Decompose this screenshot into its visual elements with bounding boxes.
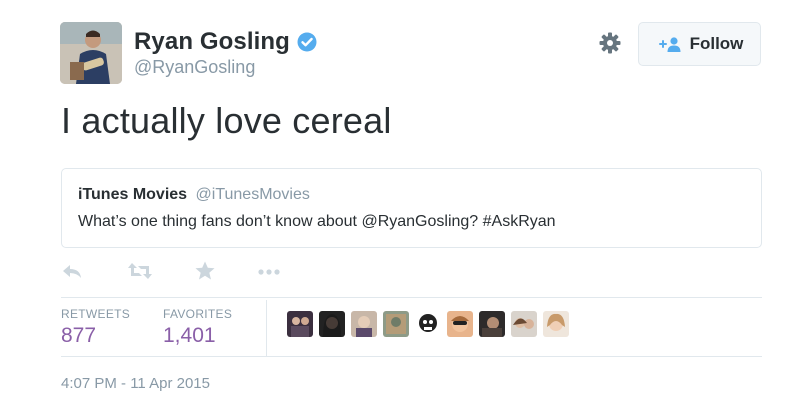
favoriter-avatar[interactable] xyxy=(543,311,569,337)
follow-button[interactable]: Follow xyxy=(638,22,761,66)
author-display-name[interactable]: Ryan Gosling xyxy=(134,28,290,56)
quoted-author-name: iTunes Movies xyxy=(78,186,188,203)
tweet-text: I actually love cereal xyxy=(61,100,392,141)
favoriter-avatar[interactable] xyxy=(511,311,537,337)
quoted-tweet[interactable]: iTunes Movies @iTunesMovies What’s one t… xyxy=(61,168,762,248)
favorites-count[interactable]: 1,401 xyxy=(163,324,216,348)
tweet-card: Ryan Gosling @RyanGosling Follow I actua… xyxy=(0,0,800,418)
author-avatar[interactable] xyxy=(60,22,122,84)
tweet-timestamp[interactable]: 4:07 PM - 11 Apr 2015 xyxy=(61,375,210,392)
favoriter-avatar[interactable] xyxy=(383,311,409,337)
add-user-icon xyxy=(656,36,682,52)
author-name-row: Ryan Gosling xyxy=(134,28,317,56)
divider-bottom xyxy=(61,356,762,357)
reply-icon[interactable] xyxy=(61,260,83,282)
retweets-label: RETWEETS xyxy=(61,307,131,321)
quoted-author-handle: @iTunesMovies xyxy=(195,186,310,203)
favoriter-avatar[interactable] xyxy=(415,311,441,337)
favoriter-avatar[interactable] xyxy=(479,311,505,337)
divider-top xyxy=(61,297,762,298)
favoriter-avatar[interactable] xyxy=(287,311,313,337)
retweets-count[interactable]: 877 xyxy=(61,324,96,348)
follow-label: Follow xyxy=(689,34,744,53)
quoted-tweet-header: iTunes Movies @iTunesMovies xyxy=(78,186,310,204)
quoted-tweet-text: What’s one thing fans don’t know about @… xyxy=(78,213,556,230)
favoriter-avatar[interactable] xyxy=(351,311,377,337)
verified-badge-icon xyxy=(297,32,317,52)
retweet-icon[interactable] xyxy=(127,260,153,282)
favorites-label: FAVORITES xyxy=(163,307,233,321)
author-handle[interactable]: @RyanGosling xyxy=(134,57,255,78)
favoriter-avatar[interactable] xyxy=(319,311,345,337)
more-icon[interactable] xyxy=(257,260,281,282)
gear-icon[interactable] xyxy=(598,31,622,55)
favoriters-avatars xyxy=(287,311,575,337)
favoriter-avatar[interactable] xyxy=(447,311,473,337)
stats-divider xyxy=(266,300,267,356)
favorite-icon[interactable] xyxy=(194,260,216,282)
